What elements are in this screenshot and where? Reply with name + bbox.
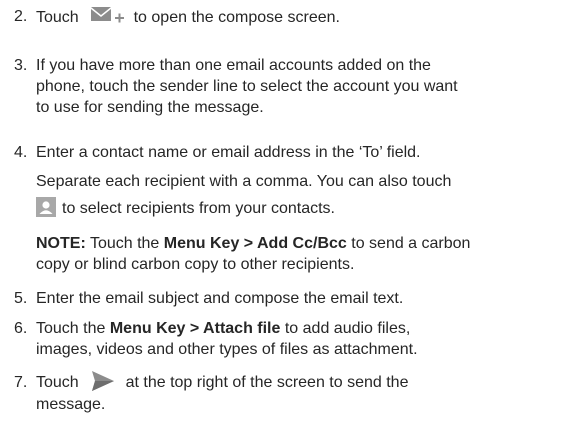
step-number: 5. — [14, 290, 28, 307]
manual-page: 2. Touch to open the compose screen. 3. … — [0, 0, 581, 425]
step-text: at the top right of the screen to send t… — [125, 374, 409, 392]
step-number: 4. — [14, 144, 28, 161]
step-text-line: Enter a contact name or email address in… — [36, 144, 421, 161]
step-text-line: Separate each recipient with a comma. Yo… — [36, 173, 452, 190]
contact-icon — [36, 196, 56, 217]
step-text: to add audio files, — [284, 320, 411, 337]
note: NOTE: Touch the Menu Key > Add Cc/Bcc to… — [36, 233, 576, 275]
step-number: 3. — [14, 57, 28, 74]
step-text: Enter the email subject and compose the … — [36, 290, 404, 307]
step-text-line: images, videos and other types of files … — [36, 341, 418, 358]
step-number: 2. — [14, 8, 28, 25]
note-menu-path: Menu Key > Add Cc/Bcc — [163, 235, 347, 252]
step-4: 4. Enter a contact name or email address… — [0, 142, 575, 232]
note-label: NOTE: — [36, 235, 86, 252]
step-number: 7. — [14, 374, 28, 391]
step-text-line: to use for sending the message. — [36, 99, 264, 116]
step-6: 6. Touch the Menu Key > Attach file to a… — [0, 318, 575, 362]
step-5: 5. Enter the email subject and compose t… — [0, 288, 575, 310]
step-text: Touch the — [36, 320, 106, 337]
step-text-line: message. — [36, 396, 106, 413]
step-text-line: If you have more than one email accounts… — [36, 57, 431, 74]
send-icon — [91, 370, 115, 392]
step-text-line: phone, touch the sender line to select t… — [36, 78, 458, 95]
step-2: 2. Touch to open the compose screen. — [0, 6, 575, 34]
step-text: Touch — [36, 374, 79, 392]
menu-path: Menu Key > Attach file — [109, 320, 281, 337]
compose-email-icon — [89, 3, 125, 27]
step-3: 3. If you have more than one email accou… — [0, 55, 575, 121]
note-text-line: copy or blind carbon copy to other recip… — [36, 256, 355, 273]
step-number: 6. — [14, 320, 28, 337]
step-text: to select recipients from your contacts. — [62, 200, 335, 217]
note-text: Touch the — [89, 235, 160, 252]
step-7: 7. Touch at the top right of the screen … — [0, 370, 575, 420]
step-text: Touch — [36, 9, 79, 27]
note-text: to send a carbon — [351, 235, 471, 252]
step-text: to open the compose screen. — [133, 9, 340, 27]
step-text-line: to select recipients from your contacts. — [36, 196, 575, 219]
